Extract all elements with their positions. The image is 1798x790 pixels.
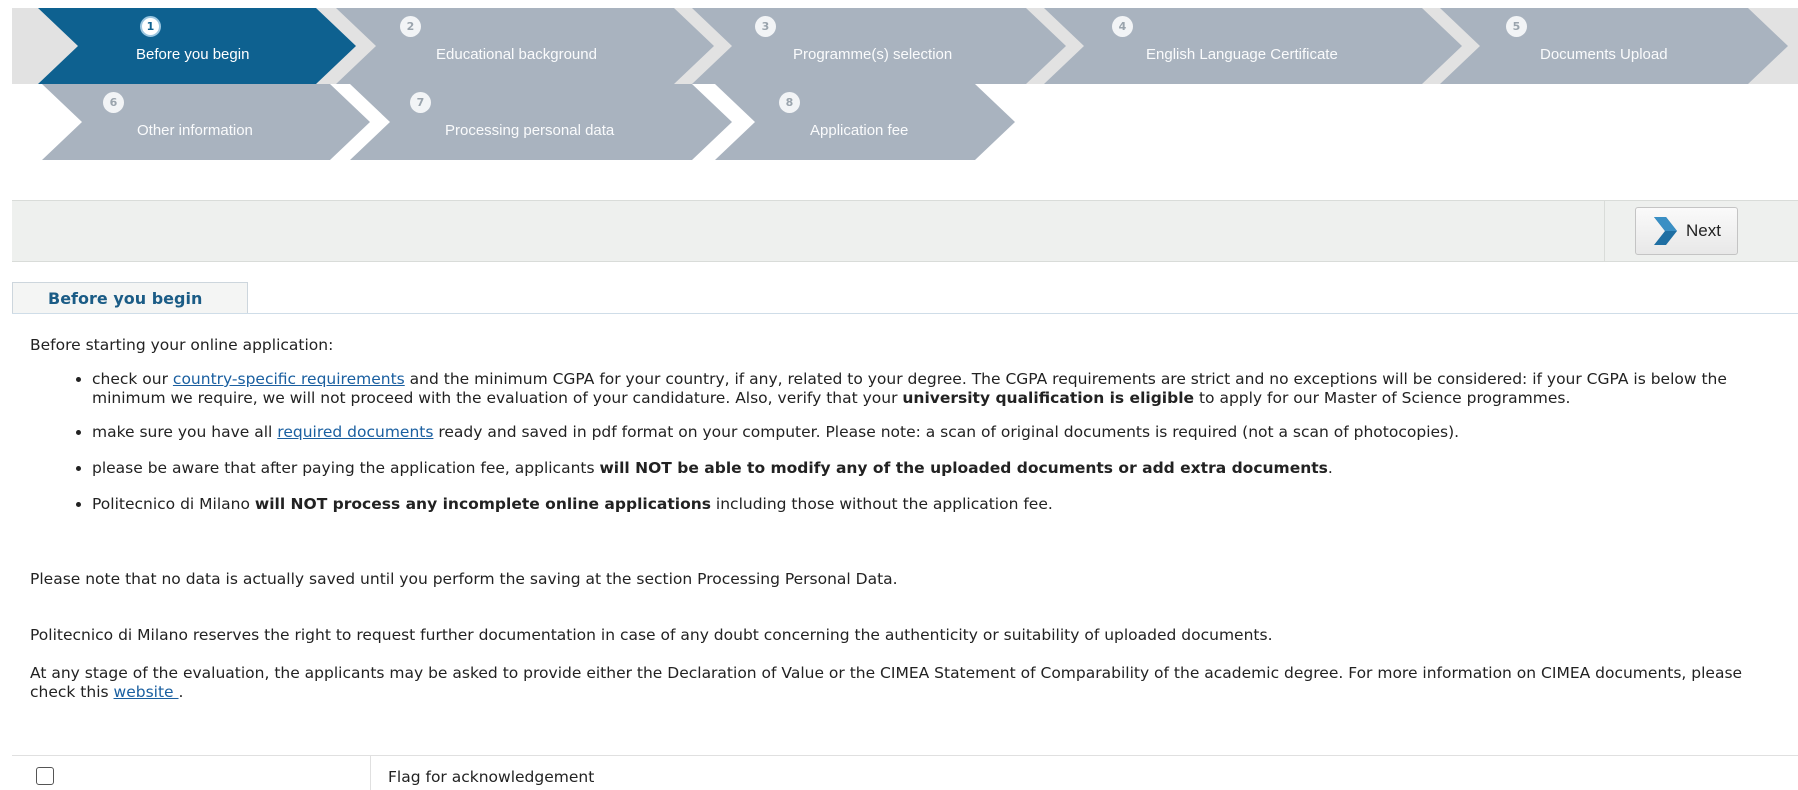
step-label: Before you begin: [136, 46, 250, 63]
application-wizard: 1 Before you begin 2 Educational backgro…: [0, 0, 1798, 170]
wizard-step-before-you-begin[interactable]: 1 Before you begin: [38, 8, 356, 84]
list-item: please be aware that after paying the ap…: [92, 459, 1790, 478]
wizard-step-educational-background[interactable]: 2 Educational background: [336, 8, 714, 84]
step-label: Application fee: [810, 122, 909, 139]
text-segment: including those without the application …: [710, 495, 1053, 513]
tab-underline: [12, 313, 1798, 314]
step-label: Educational background: [436, 46, 597, 63]
wizard-step-other-information[interactable]: 6 Other information: [42, 84, 370, 160]
next-button[interactable]: Next: [1635, 207, 1738, 255]
text-segment: At any stage of the evaluation, the appl…: [30, 664, 1743, 701]
bold-text: university qualification is eligible: [902, 389, 1195, 407]
tab-before-you-begin[interactable]: Before you begin: [12, 282, 248, 314]
cimea-note: At any stage of the evaluation, the appl…: [30, 664, 1790, 702]
instructions-panel: Before starting your online application:…: [30, 336, 1790, 702]
navigation-toolbar: Next: [12, 200, 1798, 262]
step-number-badge: 6: [103, 92, 124, 113]
text-segment: to apply for our Master of Science progr…: [1194, 389, 1571, 407]
list-item: make sure you have all required document…: [92, 423, 1790, 442]
list-item: check our country-specific requirements …: [92, 370, 1790, 408]
country-requirements-link[interactable]: country-specific requirements: [173, 370, 405, 388]
step-number-badge: 4: [1112, 16, 1133, 37]
step-label: Other information: [137, 122, 253, 139]
step-number-badge: 5: [1506, 16, 1527, 37]
list-item: Politecnico di Milano will NOT process a…: [92, 495, 1790, 514]
intro-text: Before starting your online application:: [30, 336, 334, 354]
step-number-badge: 1: [140, 16, 161, 37]
text-segment: .: [178, 683, 184, 701]
toolbar-divider: [1604, 201, 1605, 261]
required-documents-link[interactable]: required documents: [277, 423, 433, 441]
text-segment: ready and saved in pdf format on your co…: [433, 423, 1460, 441]
step-label: English Language Certificate: [1146, 46, 1338, 63]
wizard-step-application-fee[interactable]: 8 Application fee: [715, 84, 1015, 160]
saving-note: Please note that no data is actually sav…: [30, 570, 898, 588]
text-segment: Politecnico di Milano: [92, 495, 255, 513]
step-label: Programme(s) selection: [793, 46, 953, 63]
wizard-step-english-language-certificate[interactable]: 4 English Language Certificate: [1044, 8, 1462, 84]
step-label: Documents Upload: [1540, 46, 1668, 63]
step-label: Processing personal data: [445, 122, 615, 139]
requirements-list: check our country-specific requirements …: [30, 370, 1790, 514]
row-divider: [370, 756, 371, 790]
bold-text: will NOT be able to modify any of the up…: [599, 459, 1328, 477]
next-button-label: Next: [1686, 221, 1721, 240]
text-segment: .: [1327, 459, 1333, 477]
text-segment: check our: [92, 370, 173, 388]
acknowledgement-row: Flag for acknowledgement: [12, 755, 1798, 790]
wizard-step-processing-personal-data[interactable]: 7 Processing personal data: [350, 84, 732, 160]
wizard-step-programme-selection[interactable]: 3 Programme(s) selection: [692, 8, 1066, 84]
bold-text: will NOT process any incomplete online a…: [254, 495, 711, 513]
acknowledgement-checkbox[interactable]: [36, 767, 54, 785]
step-number-badge: 7: [410, 92, 431, 113]
step-number-badge: 2: [400, 16, 421, 37]
chevron-right-icon: [1654, 217, 1677, 245]
cimea-website-link[interactable]: website: [114, 683, 179, 701]
step-number-badge: 8: [779, 92, 800, 113]
step-number-badge: 3: [755, 16, 776, 37]
rights-note: Politecnico di Milano reserves the right…: [30, 626, 1273, 644]
acknowledgement-label: Flag for acknowledgement: [388, 768, 595, 786]
wizard-step-documents-upload[interactable]: 5 Documents Upload: [1440, 8, 1788, 84]
text-segment: make sure you have all: [92, 423, 278, 441]
text-segment: please be aware that after paying the ap…: [92, 459, 600, 477]
